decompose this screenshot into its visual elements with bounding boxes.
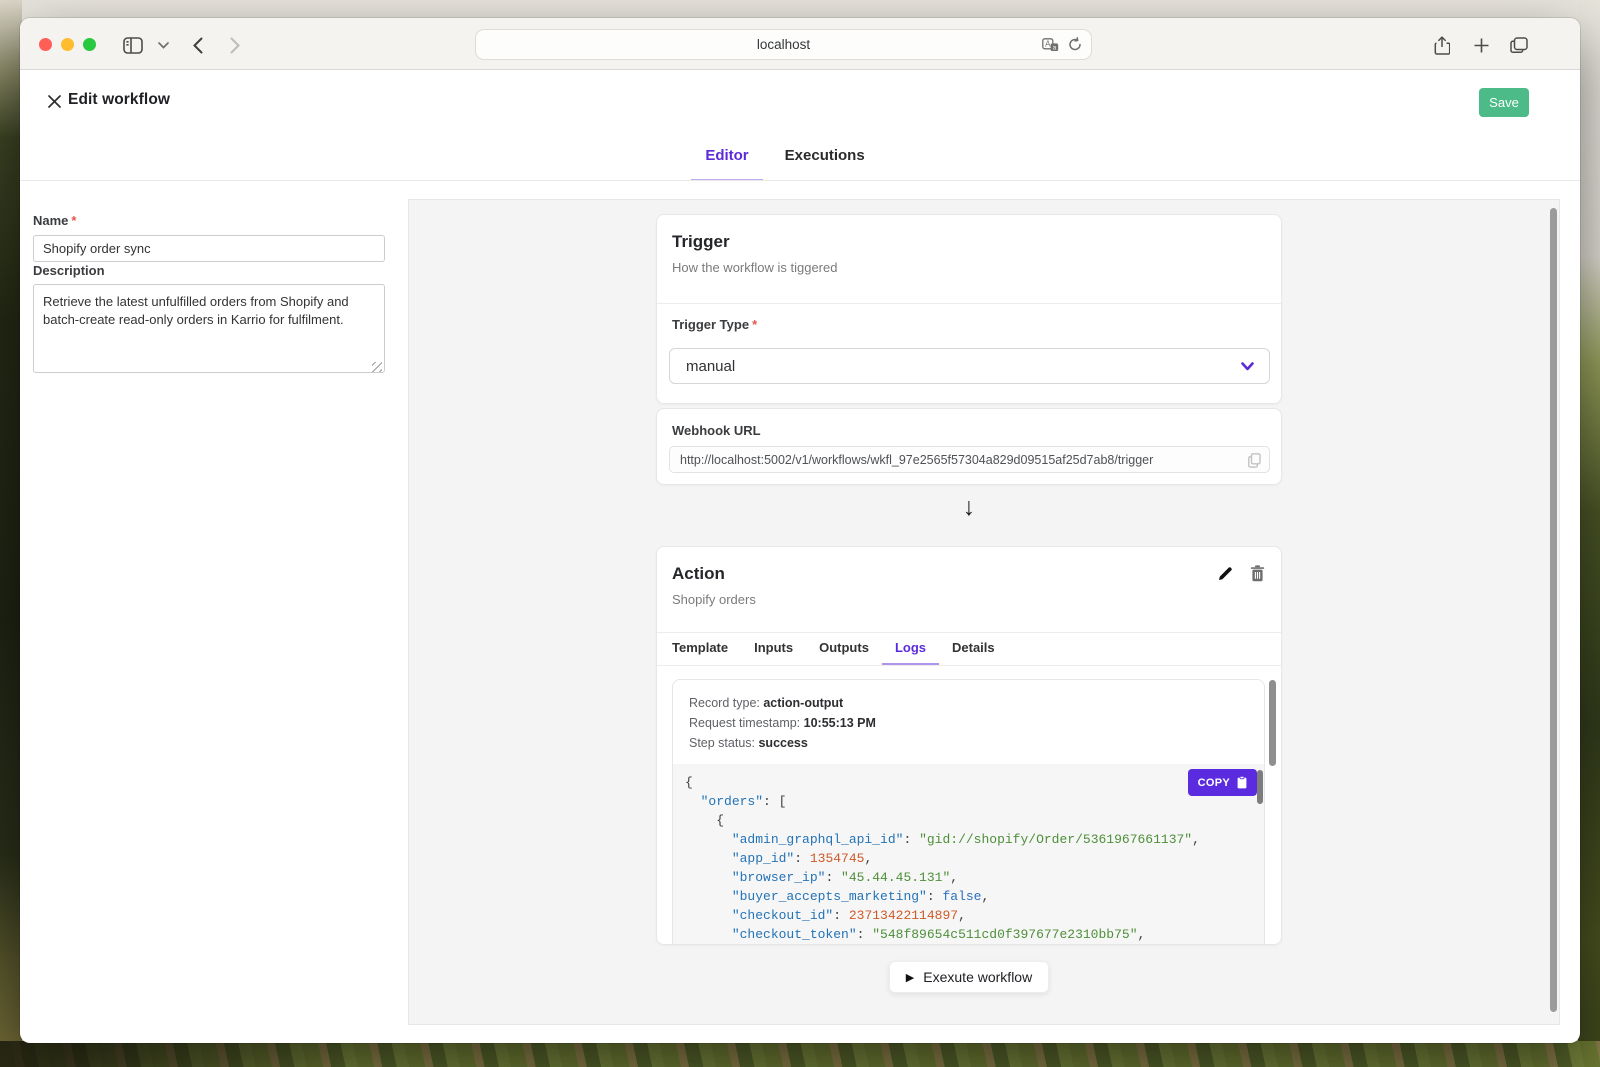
- address-bar[interactable]: localhost Aa: [475, 29, 1092, 60]
- trigger-type-select[interactable]: manual: [669, 348, 1270, 384]
- trigger-title: Trigger: [672, 232, 730, 252]
- tab-overview-icon[interactable]: [1507, 33, 1531, 57]
- wallpaper-bottom-edge: [0, 1041, 1600, 1067]
- tab-inputs[interactable]: Inputs: [741, 632, 806, 665]
- record-type-line: Record type: action-output: [689, 696, 843, 710]
- new-tab-icon[interactable]: [1469, 33, 1493, 57]
- action-title: Action: [672, 564, 725, 584]
- browser-window: localhost Aa: [20, 18, 1580, 1043]
- code-scrollbar[interactable]: [1257, 770, 1263, 804]
- status-value: success: [758, 736, 807, 750]
- trigger-type-value: manual: [686, 358, 735, 375]
- json-code[interactable]: { "orders": [ { "admin_graphql_api_id": …: [673, 764, 1264, 945]
- required-asterisk: *: [71, 213, 76, 228]
- back-button-icon[interactable]: [186, 33, 210, 57]
- webhook-card: Webhook URL http://localhost:5002/v1/wor…: [656, 408, 1282, 485]
- zoom-window-button[interactable]: [83, 38, 96, 51]
- close-window-button[interactable]: [39, 38, 52, 51]
- webhook-url-field[interactable]: http://localhost:5002/v1/workflows/wkfl_…: [669, 446, 1270, 473]
- canvas-scrollbar[interactable]: [1550, 208, 1557, 1012]
- wallpaper-left-edge: [0, 0, 22, 1067]
- workflow-tabs: Editor Executions: [20, 132, 1580, 181]
- forward-button-icon[interactable]: [223, 33, 247, 57]
- log-record-card: Record type: action-output Request times…: [672, 679, 1265, 945]
- description-label: Description: [33, 263, 105, 278]
- status-line: Step status: success: [689, 736, 808, 750]
- svg-text:a: a: [1053, 44, 1057, 51]
- translate-icon[interactable]: Aa: [1042, 38, 1059, 52]
- svg-text:A: A: [1045, 39, 1051, 48]
- action-subtitle: Shopify orders: [672, 592, 756, 607]
- workflow-header: Edit workflow Save: [20, 70, 1580, 132]
- copy-icon[interactable]: [1248, 453, 1261, 468]
- trigger-card: Trigger How the workflow is tiggered Tri…: [656, 214, 1282, 404]
- tab-outputs[interactable]: Outputs: [806, 632, 882, 665]
- timestamp-line: Request timestamp: 10:55:13 PM: [689, 716, 876, 730]
- wallpaper-right-edge: [1578, 0, 1600, 1067]
- record-type-value: action-output: [763, 696, 843, 710]
- save-button[interactable]: Save: [1479, 88, 1529, 117]
- address-bar-url: localhost: [757, 37, 810, 52]
- action-tabs: Template Inputs Outputs Logs Details: [659, 632, 1281, 665]
- edit-pencil-icon[interactable]: [1215, 563, 1235, 583]
- minimize-window-button[interactable]: [61, 38, 74, 51]
- chevron-down-icon: [1240, 359, 1255, 374]
- execute-row: ▶ Exexute workflow: [656, 961, 1282, 993]
- browser-toolbar: localhost Aa: [20, 18, 1580, 70]
- reload-icon[interactable]: [1068, 37, 1082, 52]
- webhook-url-label: Webhook URL: [672, 423, 761, 438]
- sidebar-chevron-down-icon[interactable]: [151, 33, 175, 57]
- copy-json-button[interactable]: COPY: [1188, 769, 1257, 796]
- tab-executions[interactable]: Executions: [771, 132, 879, 181]
- tab-template[interactable]: Template: [659, 632, 741, 665]
- webhook-url-value: http://localhost:5002/v1/workflows/wkfl_…: [680, 453, 1153, 467]
- name-label: Name*: [33, 213, 76, 228]
- trigger-subtitle: How the workflow is tiggered: [672, 260, 837, 275]
- required-asterisk: *: [752, 317, 757, 332]
- execute-workflow-button[interactable]: ▶ Exexute workflow: [889, 961, 1049, 993]
- tab-editor[interactable]: Editor: [691, 132, 762, 181]
- tab-details[interactable]: Details: [939, 632, 1008, 665]
- timestamp-value: 10:55:13 PM: [804, 716, 876, 730]
- flow-arrow-down-icon: ↓: [656, 493, 1282, 522]
- tab-logs[interactable]: Logs: [882, 632, 939, 665]
- close-icon[interactable]: [42, 89, 66, 113]
- play-icon: ▶: [906, 971, 914, 984]
- log-panel-scrollbar[interactable]: [1269, 680, 1276, 766]
- description-textarea[interactable]: Retrieve the latest unfulfilled orders f…: [33, 284, 385, 373]
- trigger-type-label: Trigger Type*: [672, 317, 757, 332]
- desktop: localhost Aa: [0, 0, 1600, 1067]
- divider: [657, 665, 1281, 666]
- action-card: Action Shopify orders Template Inputs Ou…: [656, 546, 1282, 945]
- divider: [657, 303, 1281, 304]
- page-title: Edit workflow: [68, 91, 170, 109]
- trash-icon[interactable]: [1247, 563, 1267, 583]
- name-input[interactable]: [33, 235, 385, 262]
- sidebar-toggle-icon[interactable]: [121, 33, 145, 57]
- workflow-canvas: Trigger How the workflow is tiggered Tri…: [408, 199, 1560, 1025]
- share-icon[interactable]: [1430, 33, 1454, 57]
- clipboard-icon: [1237, 776, 1247, 789]
